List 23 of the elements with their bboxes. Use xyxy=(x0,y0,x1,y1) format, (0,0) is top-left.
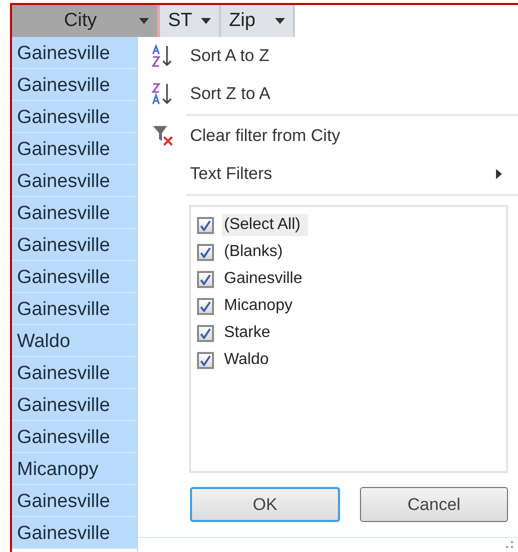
dropdown-caret-icon xyxy=(201,18,211,24)
cancel-button[interactable]: Cancel xyxy=(360,487,508,522)
column-header[interactable]: ST xyxy=(160,5,221,37)
checkbox-label[interactable]: Waldo xyxy=(222,349,277,371)
submenu-arrow-icon xyxy=(496,169,502,179)
checkbox-label[interactable]: (Blanks) xyxy=(222,241,291,263)
checkbox-label[interactable]: (Select All) xyxy=(222,214,308,236)
checkbox[interactable] xyxy=(197,270,214,288)
checkbox-label[interactable]: Micanopy xyxy=(222,295,300,317)
column-header[interactable]: Zip xyxy=(221,5,295,37)
resize-grip-icon[interactable] xyxy=(506,541,514,549)
ok-button[interactable]: OK xyxy=(190,487,340,522)
checkbox[interactable] xyxy=(197,324,214,342)
clear-filter-icon xyxy=(152,125,176,147)
checkbox[interactable] xyxy=(197,352,214,368)
checkbox-label[interactable]: Gainesville xyxy=(222,268,310,290)
checkbox[interactable] xyxy=(197,216,214,234)
checkbox-label[interactable]: Starke xyxy=(222,322,278,344)
checkbox[interactable] xyxy=(197,244,214,260)
dropdown-caret-icon xyxy=(275,18,285,24)
dropdown-caret-icon xyxy=(139,18,149,24)
checkbox[interactable] xyxy=(197,298,214,314)
column-header[interactable]: City xyxy=(12,5,160,37)
